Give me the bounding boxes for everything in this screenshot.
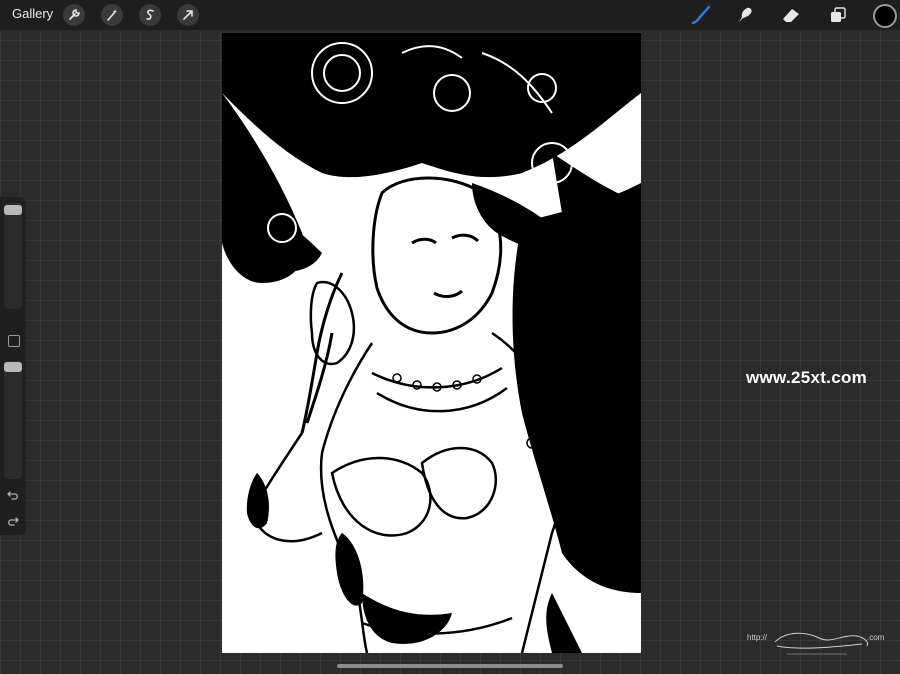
- opacity-slider[interactable]: [4, 361, 22, 479]
- layers-icon: [831, 7, 846, 22]
- layers-button[interactable]: [826, 4, 850, 26]
- signature-prefix: http://: [747, 633, 768, 642]
- brush-size-slider[interactable]: [4, 203, 22, 309]
- brush-icon: [691, 5, 711, 25]
- home-indicator[interactable]: [337, 664, 563, 668]
- eraser-tool-button[interactable]: [779, 4, 803, 26]
- drawing-canvas[interactable]: [222, 33, 641, 653]
- magic-wand-icon: [107, 9, 118, 21]
- adjustments-button[interactable]: [101, 4, 123, 26]
- actions-button[interactable]: [63, 4, 85, 26]
- ink-artwork: [222, 33, 641, 653]
- color-picker-button[interactable]: [873, 4, 897, 28]
- undo-icon[interactable]: [6, 488, 20, 502]
- smudge-tool-button[interactable]: [733, 4, 757, 26]
- top-toolbar: Gallery: [0, 0, 900, 30]
- brush-tool-button[interactable]: [689, 4, 713, 26]
- brush-size-thumb[interactable]: [4, 205, 22, 216]
- artist-signature: http:// .com: [747, 632, 885, 655]
- signature-suffix: .com: [867, 633, 885, 642]
- eraser-icon: [783, 9, 799, 22]
- selection-icon: [146, 9, 154, 20]
- wrench-icon: [69, 9, 80, 20]
- left-sidebar: [0, 197, 26, 535]
- transform-arrow-icon: [183, 10, 193, 20]
- redo-icon[interactable]: [6, 514, 20, 528]
- opacity-thumb[interactable]: [4, 362, 22, 373]
- watermark-text: www.25xt.com: [746, 368, 868, 387]
- transform-button[interactable]: [177, 4, 199, 26]
- modify-button[interactable]: [8, 335, 20, 347]
- gallery-button[interactable]: Gallery: [12, 6, 53, 21]
- selection-button[interactable]: [139, 4, 161, 26]
- smudge-icon: [739, 7, 752, 22]
